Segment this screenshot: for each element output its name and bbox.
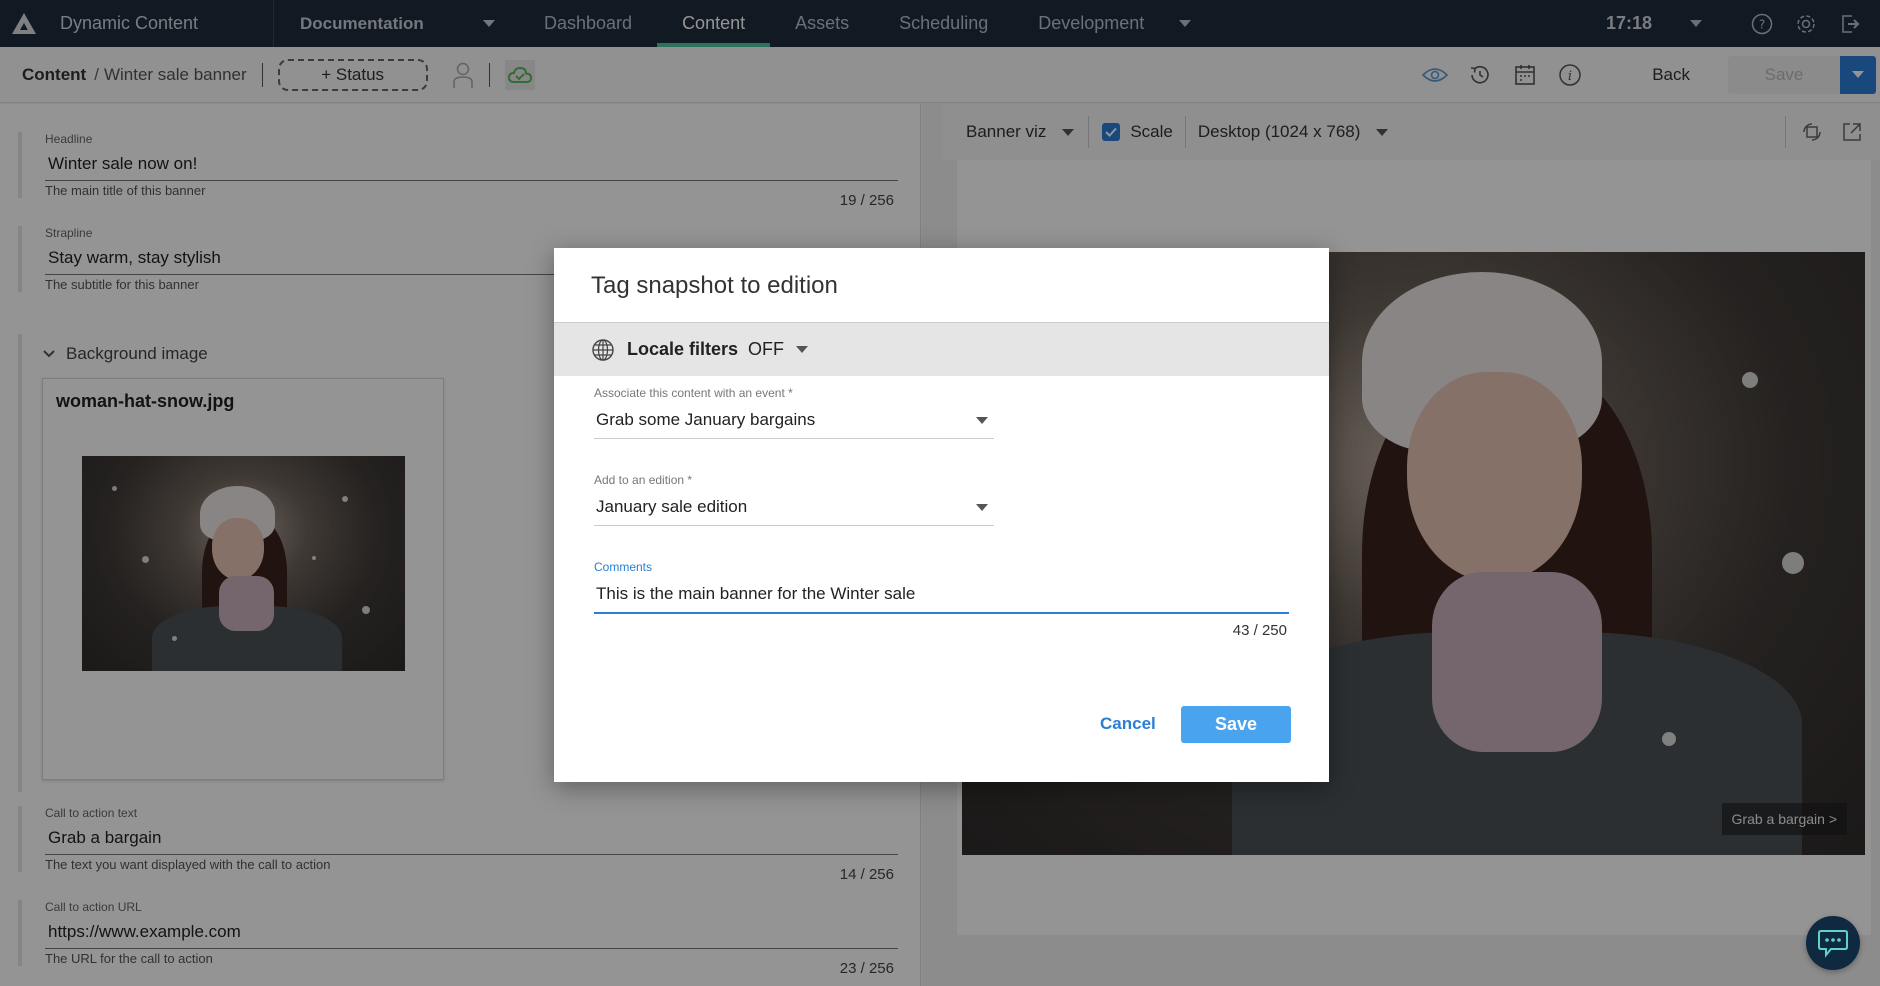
edition-label: Add to an edition * — [594, 473, 693, 487]
event-label: Associate this content with an event * — [594, 386, 793, 400]
edition-value: January sale edition — [596, 497, 748, 516]
locale-filters-bar: Locale filters OFF — [554, 322, 1329, 376]
comments-char-count: 43 / 250 — [1232, 622, 1287, 639]
edition-field: Add to an edition * January sale edition — [594, 473, 994, 526]
event-field: Associate this content with an event * G… — [594, 386, 994, 439]
chevron-down-icon — [976, 416, 988, 424]
comments-field: Comments This is the main banner for the… — [594, 560, 1289, 639]
comments-input[interactable]: This is the main banner for the Winter s… — [594, 574, 1289, 614]
chevron-down-icon — [976, 503, 988, 511]
dialog-title: Tag snapshot to edition — [591, 272, 838, 299]
locale-filters-value[interactable]: OFF — [748, 339, 784, 360]
event-value: Grab some January bargains — [596, 410, 816, 429]
locale-filters-label: Locale filters — [627, 339, 739, 359]
edition-select[interactable]: January sale edition — [594, 487, 994, 526]
cancel-button[interactable]: Cancel — [1090, 706, 1166, 742]
comments-label: Comments — [594, 560, 653, 574]
chat-support-button[interactable] — [1806, 916, 1860, 970]
globe-icon — [592, 338, 614, 361]
chat-bubble-icon — [1818, 930, 1848, 958]
event-select[interactable]: Grab some January bargains — [594, 400, 994, 439]
dialog-save-button[interactable]: Save — [1181, 706, 1291, 743]
locale-dropdown-icon[interactable] — [796, 346, 809, 353]
tag-snapshot-dialog: Tag snapshot to edition Locale filters O… — [554, 248, 1329, 782]
